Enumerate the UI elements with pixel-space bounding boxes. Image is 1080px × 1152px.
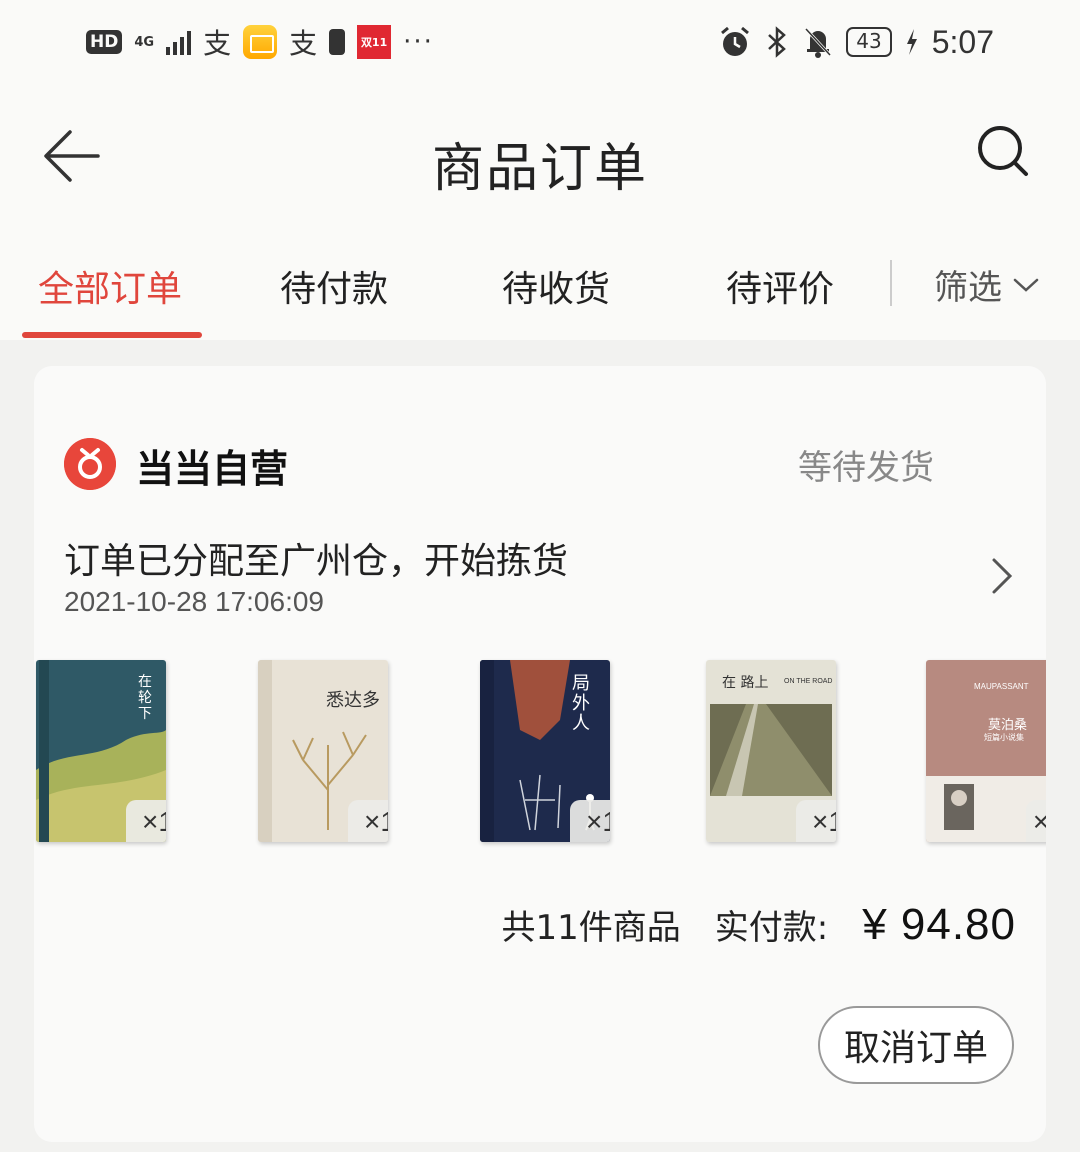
tab-pending-review[interactable]: 待评价 [726, 260, 834, 312]
quantity-badge-4: ×1 [796, 800, 836, 842]
page-title: 商品订单 [431, 139, 648, 199]
cancel-order-button[interactable]: 取消订单 [818, 1006, 1014, 1084]
paid-amount: ¥ 94.80 [862, 900, 1016, 949]
tab-pending-payment[interactable]: 待付款 [280, 260, 388, 312]
book-cover-3[interactable]: 局外人 ×1 [480, 660, 610, 842]
order-status: 等待发货 [798, 448, 934, 488]
order-tabs: 全部订单 待付款 待收货 待评价 筛选 [0, 226, 1080, 340]
book-cover-2[interactable]: 悉达多 ×1 [258, 660, 388, 842]
book-title-5: 莫泊桑 [988, 718, 1028, 733]
book-cover-1[interactable]: 在轮下 ×1 [36, 660, 166, 842]
app-header: 商品订单 [0, 84, 1080, 226]
tab-pending-receipt[interactable]: 待收货 [502, 260, 610, 312]
book-title-2: 悉达多 [326, 690, 380, 711]
quantity-badge-5: × [1026, 800, 1046, 842]
book-subtitle-4: ON THE ROAD [784, 678, 833, 685]
shipping-message[interactable]: 订单已分配至广州仓，开始拣货 [64, 532, 568, 584]
status-bar: HD 4G 支 支 双11 ··· 43 5:07 [0, 0, 1080, 84]
order-summary: 共11件商品 实付款: ¥ 94.80 [501, 900, 1016, 950]
book-cover-4[interactable]: 在 路上 ON THE ROAD ×1 [706, 660, 836, 842]
book-title-1: 在轮下 [138, 674, 152, 722]
network-type: 4G [134, 34, 155, 50]
total-items: 共11件商品 [501, 908, 681, 948]
quantity-badge-2: ×1 [348, 800, 388, 842]
book-list[interactable]: 在轮下 ×1 悉达多 ×1 [34, 660, 1046, 850]
active-tab-indicator [22, 332, 202, 338]
signal-icon [166, 29, 192, 55]
tab-divider [890, 260, 892, 306]
book-subtitle-5: MAUPASSANT [974, 682, 1029, 691]
book-title-4: 在 路上 [722, 675, 769, 691]
chevron-right-icon[interactable] [986, 556, 1016, 596]
quantity-badge-3: ×1 [570, 800, 610, 842]
book-series-5: 短篇小说集 [984, 733, 1024, 742]
battery-level: 43 [846, 27, 892, 57]
shuang11-icon: 双11 [357, 25, 392, 59]
clock: 5:07 [931, 23, 994, 60]
search-icon[interactable] [976, 124, 1036, 184]
book-cover-5[interactable]: MAUPASSANT 莫泊桑 短篇小说集 × [926, 660, 1046, 842]
paid-label: 实付款: [714, 908, 829, 948]
filter-label: 筛选 [934, 268, 1002, 308]
tab-all-orders[interactable]: 全部订单 [38, 260, 182, 312]
bluetooth-icon [768, 26, 787, 58]
more-notifications-icon: ··· [403, 27, 434, 57]
shipping-time: 2021-10-28 17:06:09 [64, 586, 324, 617]
mail-icon [243, 25, 278, 59]
alipay-icon: 支 [203, 27, 232, 60]
alipay-icon-2: 支 [289, 27, 318, 60]
alarm-icon [721, 26, 750, 56]
book-title-3: 局外人 [572, 673, 590, 734]
dangdang-logo-icon [64, 438, 116, 490]
order-card[interactable]: 当当自营 等待发货 订单已分配至广州仓，开始拣货 2021-10-28 17:0… [34, 366, 1046, 1142]
chevron-down-icon [1013, 278, 1039, 292]
status-bar-left: HD 4G 支 支 双11 ··· [86, 20, 434, 64]
mute-icon [805, 27, 832, 58]
charging-icon [906, 29, 917, 55]
status-bar-right: 43 5:07 [718, 20, 994, 64]
hd-icon: HD [86, 30, 123, 54]
battery-notification-icon [329, 29, 346, 55]
shop-name[interactable]: 当当自营 [136, 438, 288, 493]
filter-button[interactable]: 筛选 [934, 260, 1040, 309]
quantity-badge-1: ×1 [126, 800, 166, 842]
